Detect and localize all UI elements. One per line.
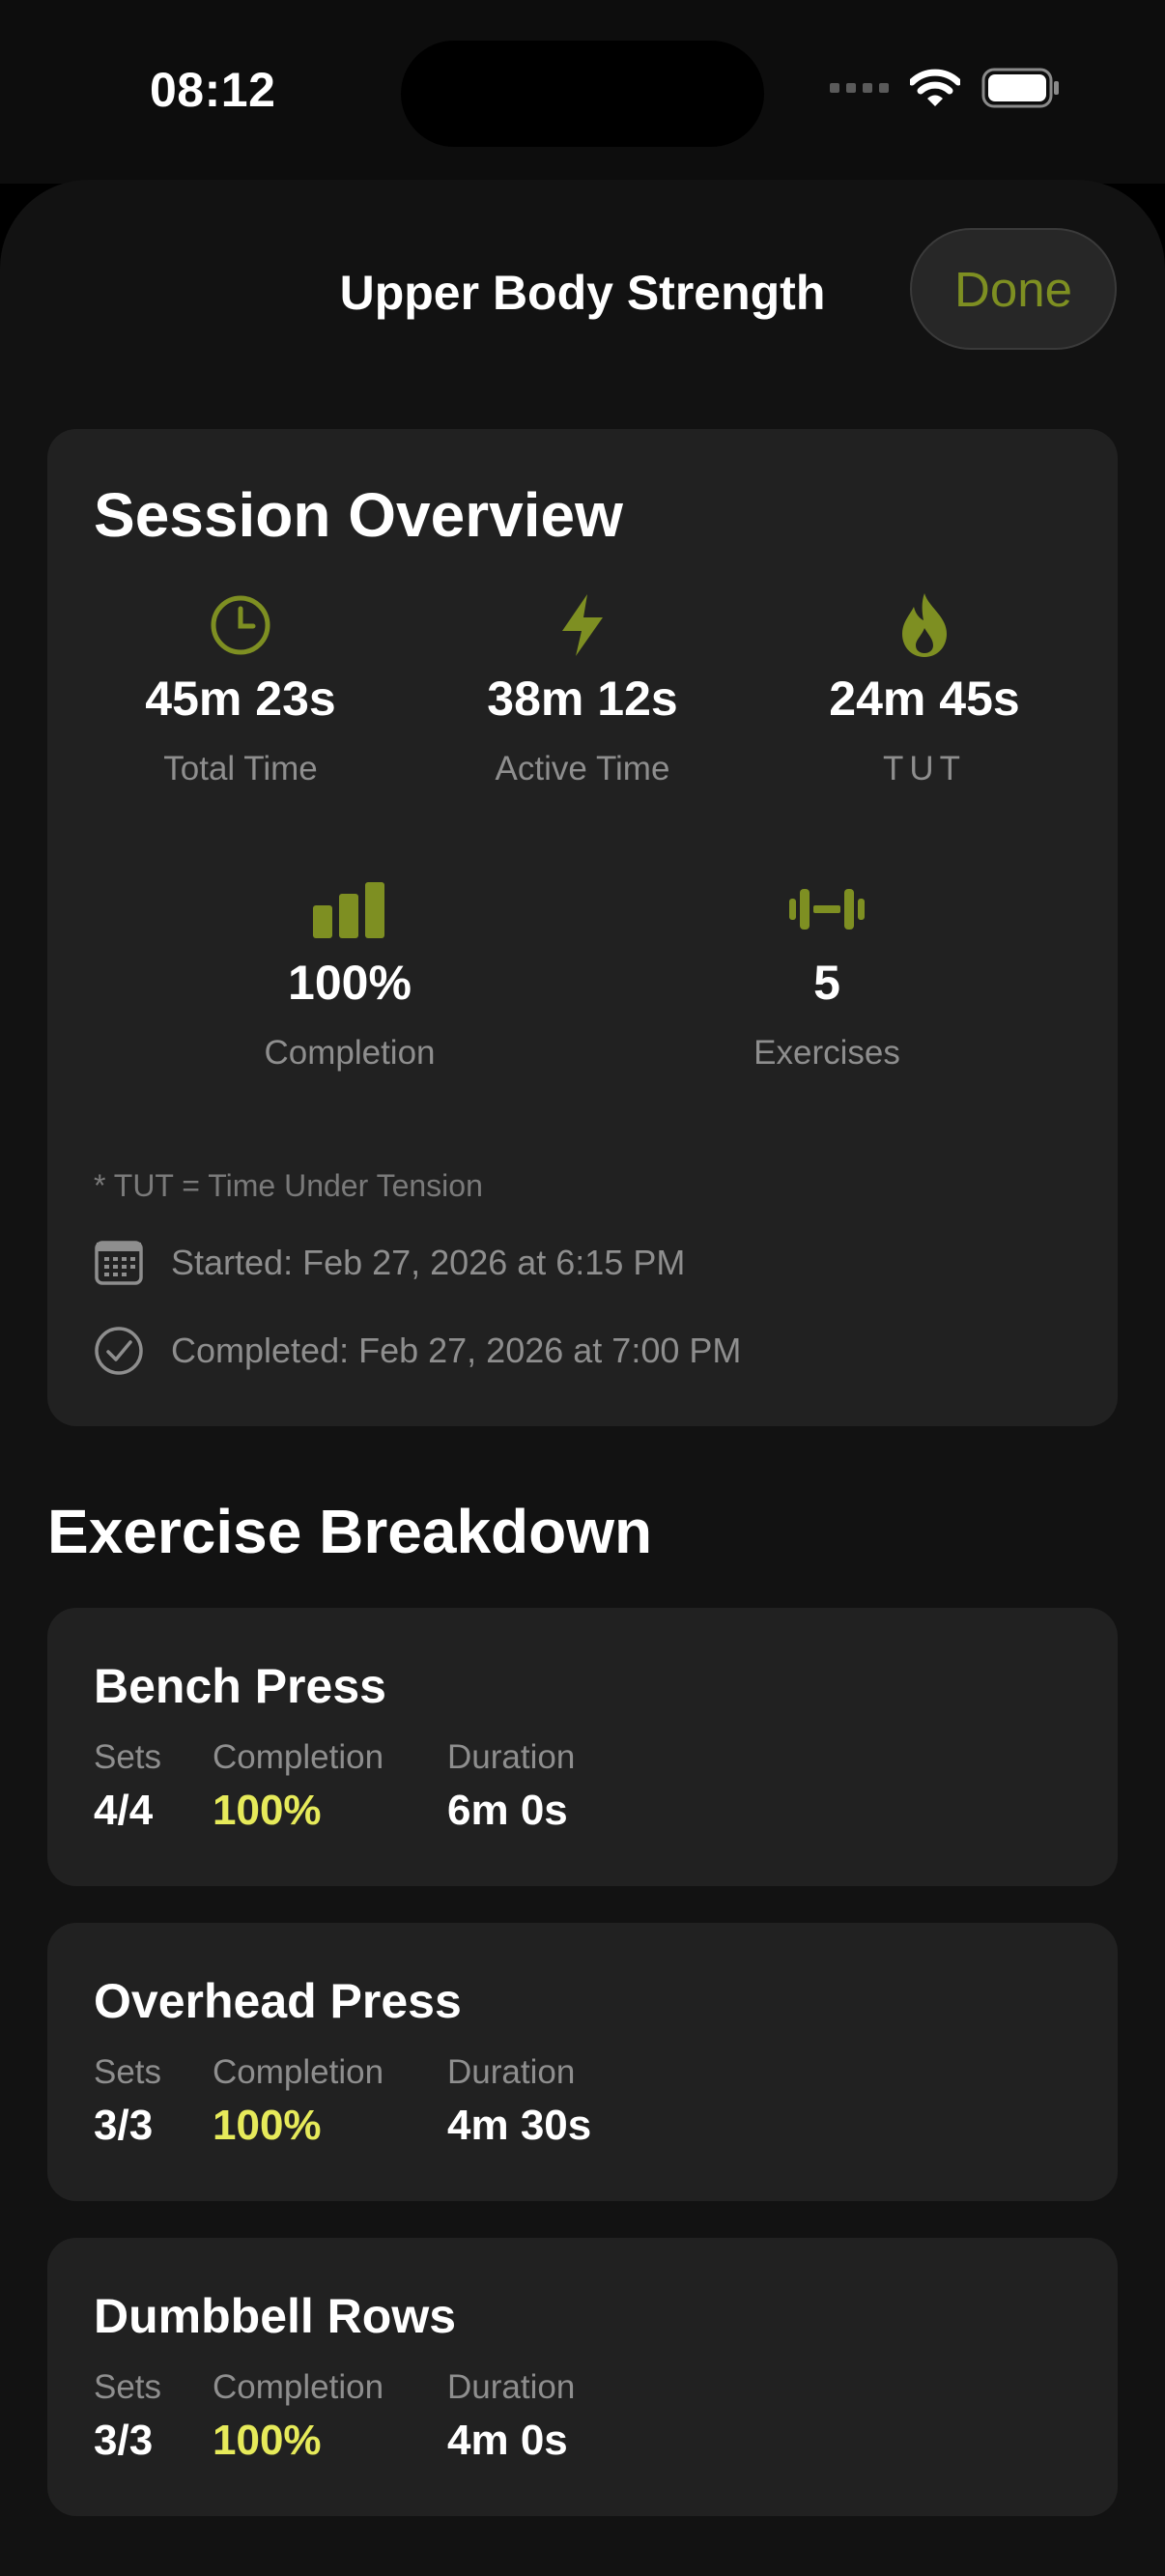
wifi-icon xyxy=(910,69,960,106)
sets-value: 3/3 xyxy=(94,2417,154,2464)
exercises-value: 5 xyxy=(813,956,840,1010)
tut-value: 24m 45s xyxy=(829,672,1020,726)
duration-value: 4m 30s xyxy=(447,2102,592,2149)
started-text: Started: Feb 27, 2026 at 6:15 PM xyxy=(171,1243,686,1282)
tut-label: TUT xyxy=(882,750,967,787)
exercise-name: Bench Press xyxy=(94,1659,386,1713)
session-overview-card: Session Overview 45m 23s Total Time 38m … xyxy=(47,429,1118,1426)
duration-column: Duration 4m 30s xyxy=(447,2053,591,2150)
sets-column: Sets 3/3 xyxy=(94,2368,161,2465)
done-button[interactable]: Done xyxy=(910,228,1117,350)
dynamic-island xyxy=(401,41,764,147)
dumbbell-icon xyxy=(789,889,865,930)
exercise-name: Dumbbell Rows xyxy=(94,2289,457,2343)
flame-icon xyxy=(902,593,947,657)
sets-header: Sets xyxy=(94,2053,162,2091)
completion-value: 100% xyxy=(213,2102,322,2149)
bolt-icon xyxy=(562,594,603,656)
duration-header: Duration xyxy=(447,2368,576,2406)
status-icons xyxy=(830,68,1061,108)
completion-column: Completion 100% xyxy=(213,2053,384,2150)
total-time-value: 45m 23s xyxy=(145,672,336,726)
exercise-breakdown-title: Exercise Breakdown xyxy=(47,1497,653,1566)
clock-icon xyxy=(211,595,270,655)
stat-tut: 24m 45s TUT xyxy=(751,591,1098,788)
completion-header: Completion xyxy=(213,2368,384,2406)
status-time: 08:12 xyxy=(150,63,276,117)
stat-total-time: 45m 23s Total Time xyxy=(67,591,414,788)
status-bar: 08:12 xyxy=(0,0,1165,184)
sets-header: Sets xyxy=(94,2368,162,2406)
stat-exercises: 5 Exercises xyxy=(653,875,1001,1073)
exercise-card-bench-press[interactable]: Bench Press Sets 4/4 Completion 100% Dur… xyxy=(47,1608,1118,1886)
checkmark-circle-icon xyxy=(95,1327,143,1375)
stat-completion: 100% Completion xyxy=(176,875,524,1073)
duration-column: Duration 4m 0s xyxy=(447,2368,575,2465)
active-time-label: Active Time xyxy=(495,750,670,787)
started-row: Started: Feb 27, 2026 at 6:15 PM xyxy=(94,1239,685,1287)
completed-text: Completed: Feb 27, 2026 at 7:00 PM xyxy=(171,1331,742,1370)
duration-header: Duration xyxy=(447,1738,576,1776)
total-time-label: Total Time xyxy=(163,750,318,787)
completed-row: Completed: Feb 27, 2026 at 7:00 PM xyxy=(94,1326,741,1376)
sets-column: Sets 3/3 xyxy=(94,2053,161,2150)
bar-chart-icon xyxy=(313,882,384,938)
tut-footnote: * TUT = Time Under Tension xyxy=(94,1168,483,1203)
sets-value: 3/3 xyxy=(94,2102,154,2149)
completion-header: Completion xyxy=(213,2053,384,2091)
exercise-card-dumbbell-rows[interactable]: Dumbbell Rows Sets 3/3 Completion 100% D… xyxy=(47,2238,1118,2516)
duration-value: 6m 0s xyxy=(447,1787,568,1834)
exercise-card-overhead-press[interactable]: Overhead Press Sets 3/3 Completion 100% … xyxy=(47,1923,1118,2201)
stat-active-time: 38m 12s Active Time xyxy=(409,591,756,788)
active-time-value: 38m 12s xyxy=(487,672,678,726)
duration-column: Duration 6m 0s xyxy=(447,1738,575,1835)
duration-value: 4m 0s xyxy=(447,2417,568,2464)
exercises-label: Exercises xyxy=(753,1034,900,1072)
completion-value: 100% xyxy=(213,2417,322,2464)
completion-value: 100% xyxy=(213,1787,322,1834)
completion-column: Completion 100% xyxy=(213,1738,384,1835)
calendar-icon xyxy=(95,1241,143,1285)
battery-icon xyxy=(981,68,1059,108)
completion-header: Completion xyxy=(213,1738,384,1776)
completion-label: Completion xyxy=(264,1034,436,1072)
sets-header: Sets xyxy=(94,1738,162,1776)
duration-header: Duration xyxy=(447,2053,576,2091)
sets-value: 4/4 xyxy=(94,1787,154,1834)
exercise-name: Overhead Press xyxy=(94,1974,462,2028)
sets-column: Sets 4/4 xyxy=(94,1738,161,1835)
session-overview-title: Session Overview xyxy=(94,480,623,550)
cellular-signal-icon xyxy=(830,83,889,93)
completion-value: 100% xyxy=(288,956,412,1010)
completion-column: Completion 100% xyxy=(213,2368,384,2465)
